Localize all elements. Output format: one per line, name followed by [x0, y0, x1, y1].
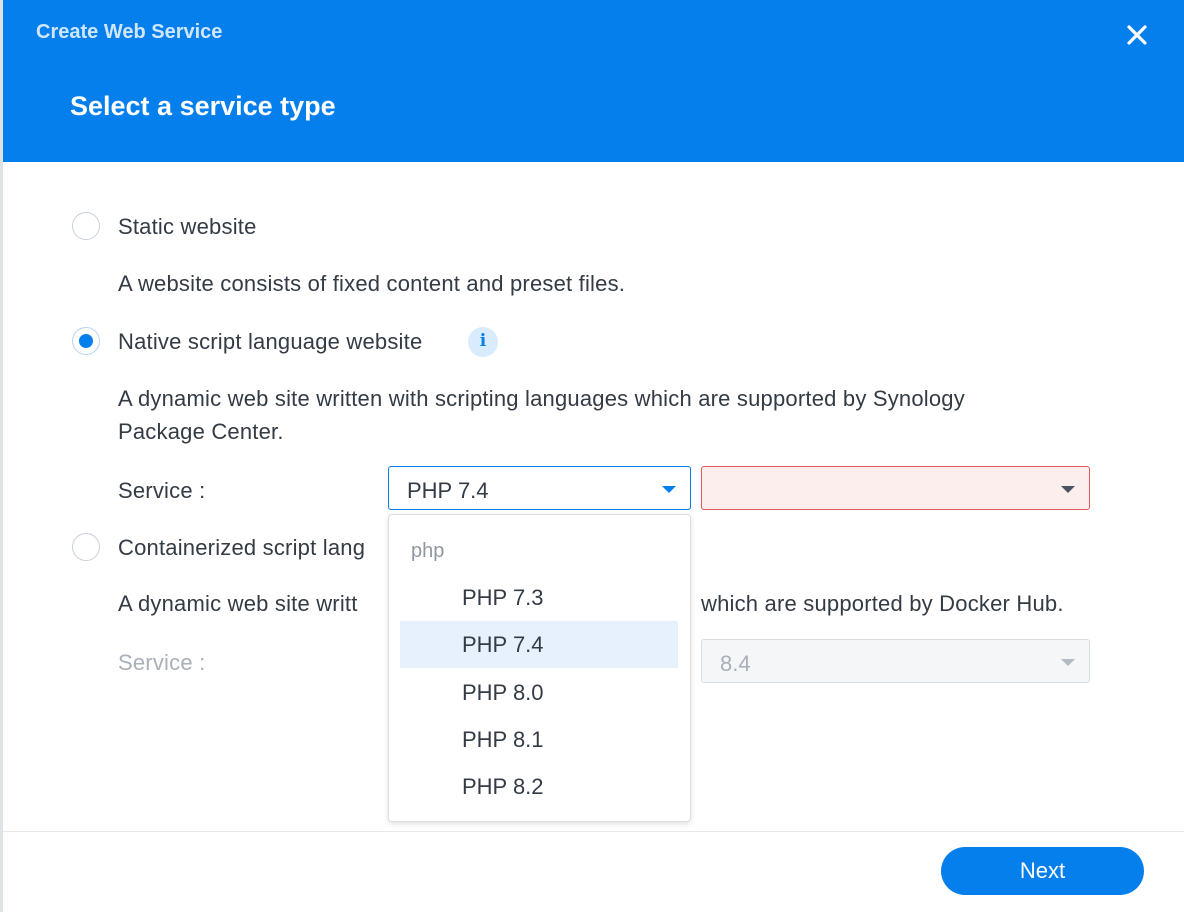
container-service-label: Service :: [118, 650, 206, 675]
container-version-select: 8.4: [701, 639, 1090, 683]
close-button[interactable]: [1123, 21, 1151, 49]
dropdown-group-header: php: [411, 540, 445, 562]
window-title: Create Web Service: [36, 21, 223, 43]
info-icon[interactable]: i: [468, 327, 498, 357]
dropdown-item-php-8-2[interactable]: PHP 8.2: [400, 763, 678, 810]
dialog-header: Create Web Service Select a service type: [3, 0, 1184, 162]
page-title: Select a service type: [70, 91, 336, 121]
php-profile-select[interactable]: [701, 466, 1090, 510]
chevron-down-icon: [1061, 486, 1075, 493]
option-native-description-line1: A dynamic web site written with scriptin…: [118, 386, 965, 411]
footer-divider: [3, 831, 1184, 832]
php-version-select[interactable]: PHP 7.4: [388, 466, 691, 510]
chevron-down-icon: [662, 486, 676, 493]
option-container-label: Containerized script lang: [118, 535, 366, 560]
php-version-value: PHP 7.4: [407, 478, 489, 503]
option-static-description: A website consists of fixed content and …: [118, 271, 626, 296]
dropdown-item-php-8-0[interactable]: PHP 8.0: [400, 669, 678, 716]
radio-native-script-website[interactable]: [72, 327, 100, 355]
option-native-description-line2: Package Center.: [118, 419, 284, 444]
option-container-description-right: which are supported by Docker Hub.: [701, 591, 1064, 616]
container-version-value: 8.4: [720, 651, 751, 676]
close-icon: [1127, 25, 1147, 45]
radio-containerized-script-website[interactable]: [72, 533, 100, 561]
php-version-dropdown: php PHP 7.3 PHP 7.4 PHP 8.0 PHP 8.1 PHP …: [388, 514, 691, 822]
option-container-description-left: A dynamic web site writt: [118, 591, 358, 616]
dropdown-item-php-8-1[interactable]: PHP 8.1: [400, 716, 678, 763]
create-web-service-dialog: Create Web Service Select a service type…: [3, 0, 1184, 912]
radio-static-website[interactable]: [72, 212, 100, 240]
next-button[interactable]: Next: [941, 847, 1144, 895]
dropdown-item-php-7-3[interactable]: PHP 7.3: [400, 574, 678, 621]
dropdown-item-php-7-4[interactable]: PHP 7.4: [400, 621, 678, 668]
native-service-label: Service :: [118, 478, 206, 503]
chevron-down-icon: [1061, 659, 1075, 666]
option-static-label: Static website: [118, 214, 257, 239]
option-native-label: Native script language website: [118, 329, 423, 354]
